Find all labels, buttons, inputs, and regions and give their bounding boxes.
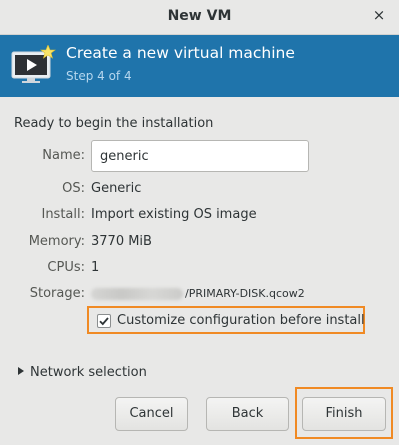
network-selection-label: Network selection bbox=[30, 365, 147, 380]
storage-value: /PRIMARY-DISK.qcow2 bbox=[91, 286, 305, 301]
wizard-heading: Create a new virtual machine bbox=[66, 44, 295, 62]
ready-text: Ready to begin the installation bbox=[14, 116, 214, 131]
window-titlebar: New VM × bbox=[0, 0, 399, 35]
wizard-content: Ready to begin the installation Name: OS… bbox=[0, 97, 399, 445]
close-icon[interactable]: × bbox=[370, 6, 388, 24]
os-label: OS: bbox=[62, 181, 85, 196]
window-title: New VM bbox=[167, 8, 232, 24]
customize-label[interactable]: Customize configuration before install bbox=[117, 313, 365, 328]
name-label: Name: bbox=[42, 148, 85, 163]
memory-label: Memory: bbox=[28, 234, 85, 249]
cpus-value: 1 bbox=[91, 260, 100, 275]
wizard-step: Step 4 of 4 bbox=[66, 69, 132, 83]
cpus-label: CPUs: bbox=[47, 260, 85, 275]
install-value: Import existing OS image bbox=[91, 207, 257, 222]
cancel-button[interactable]: Cancel bbox=[115, 397, 188, 431]
customize-checkbox-row[interactable]: Customize configuration before install bbox=[87, 306, 365, 334]
name-field[interactable] bbox=[91, 140, 309, 172]
checkmark-icon bbox=[99, 317, 109, 326]
network-selection-expander[interactable]: Network selection bbox=[18, 365, 147, 380]
expander-arrow-icon bbox=[18, 367, 24, 375]
storage-filename: /PRIMARY-DISK.qcow2 bbox=[185, 287, 305, 300]
vm-monitor-icon bbox=[11, 45, 56, 83]
storage-label: Storage: bbox=[29, 286, 85, 301]
os-value: Generic bbox=[91, 181, 142, 196]
redacted-path bbox=[91, 287, 183, 300]
back-button[interactable]: Back bbox=[206, 397, 289, 431]
finish-button[interactable]: Finish bbox=[302, 397, 386, 431]
wizard-header: Create a new virtual machine Step 4 of 4 bbox=[0, 35, 399, 97]
memory-value: 3770 MiB bbox=[91, 234, 152, 249]
customize-checkbox[interactable] bbox=[97, 314, 111, 328]
install-label: Install: bbox=[41, 207, 85, 222]
